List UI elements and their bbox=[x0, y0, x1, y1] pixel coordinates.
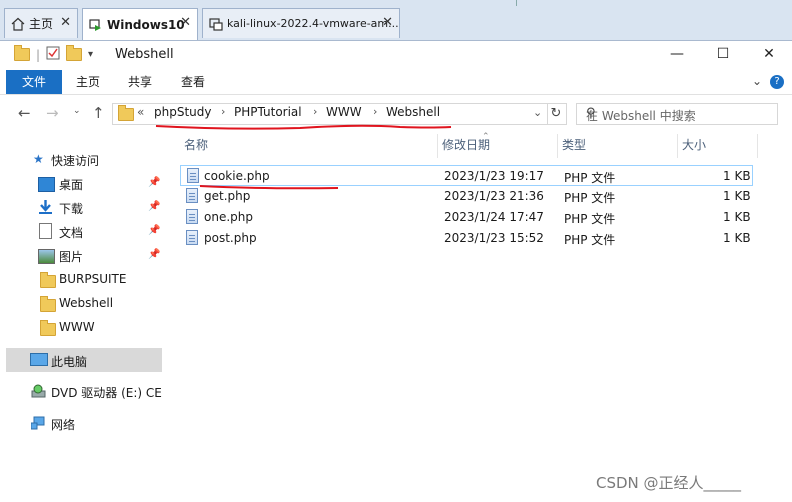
annotation-underline-file bbox=[199, 185, 339, 190]
annotation-underline-path bbox=[155, 124, 452, 130]
watermark: CSDN @正经人_____ bbox=[596, 474, 742, 492]
annotation-overlay bbox=[155, 124, 452, 190]
